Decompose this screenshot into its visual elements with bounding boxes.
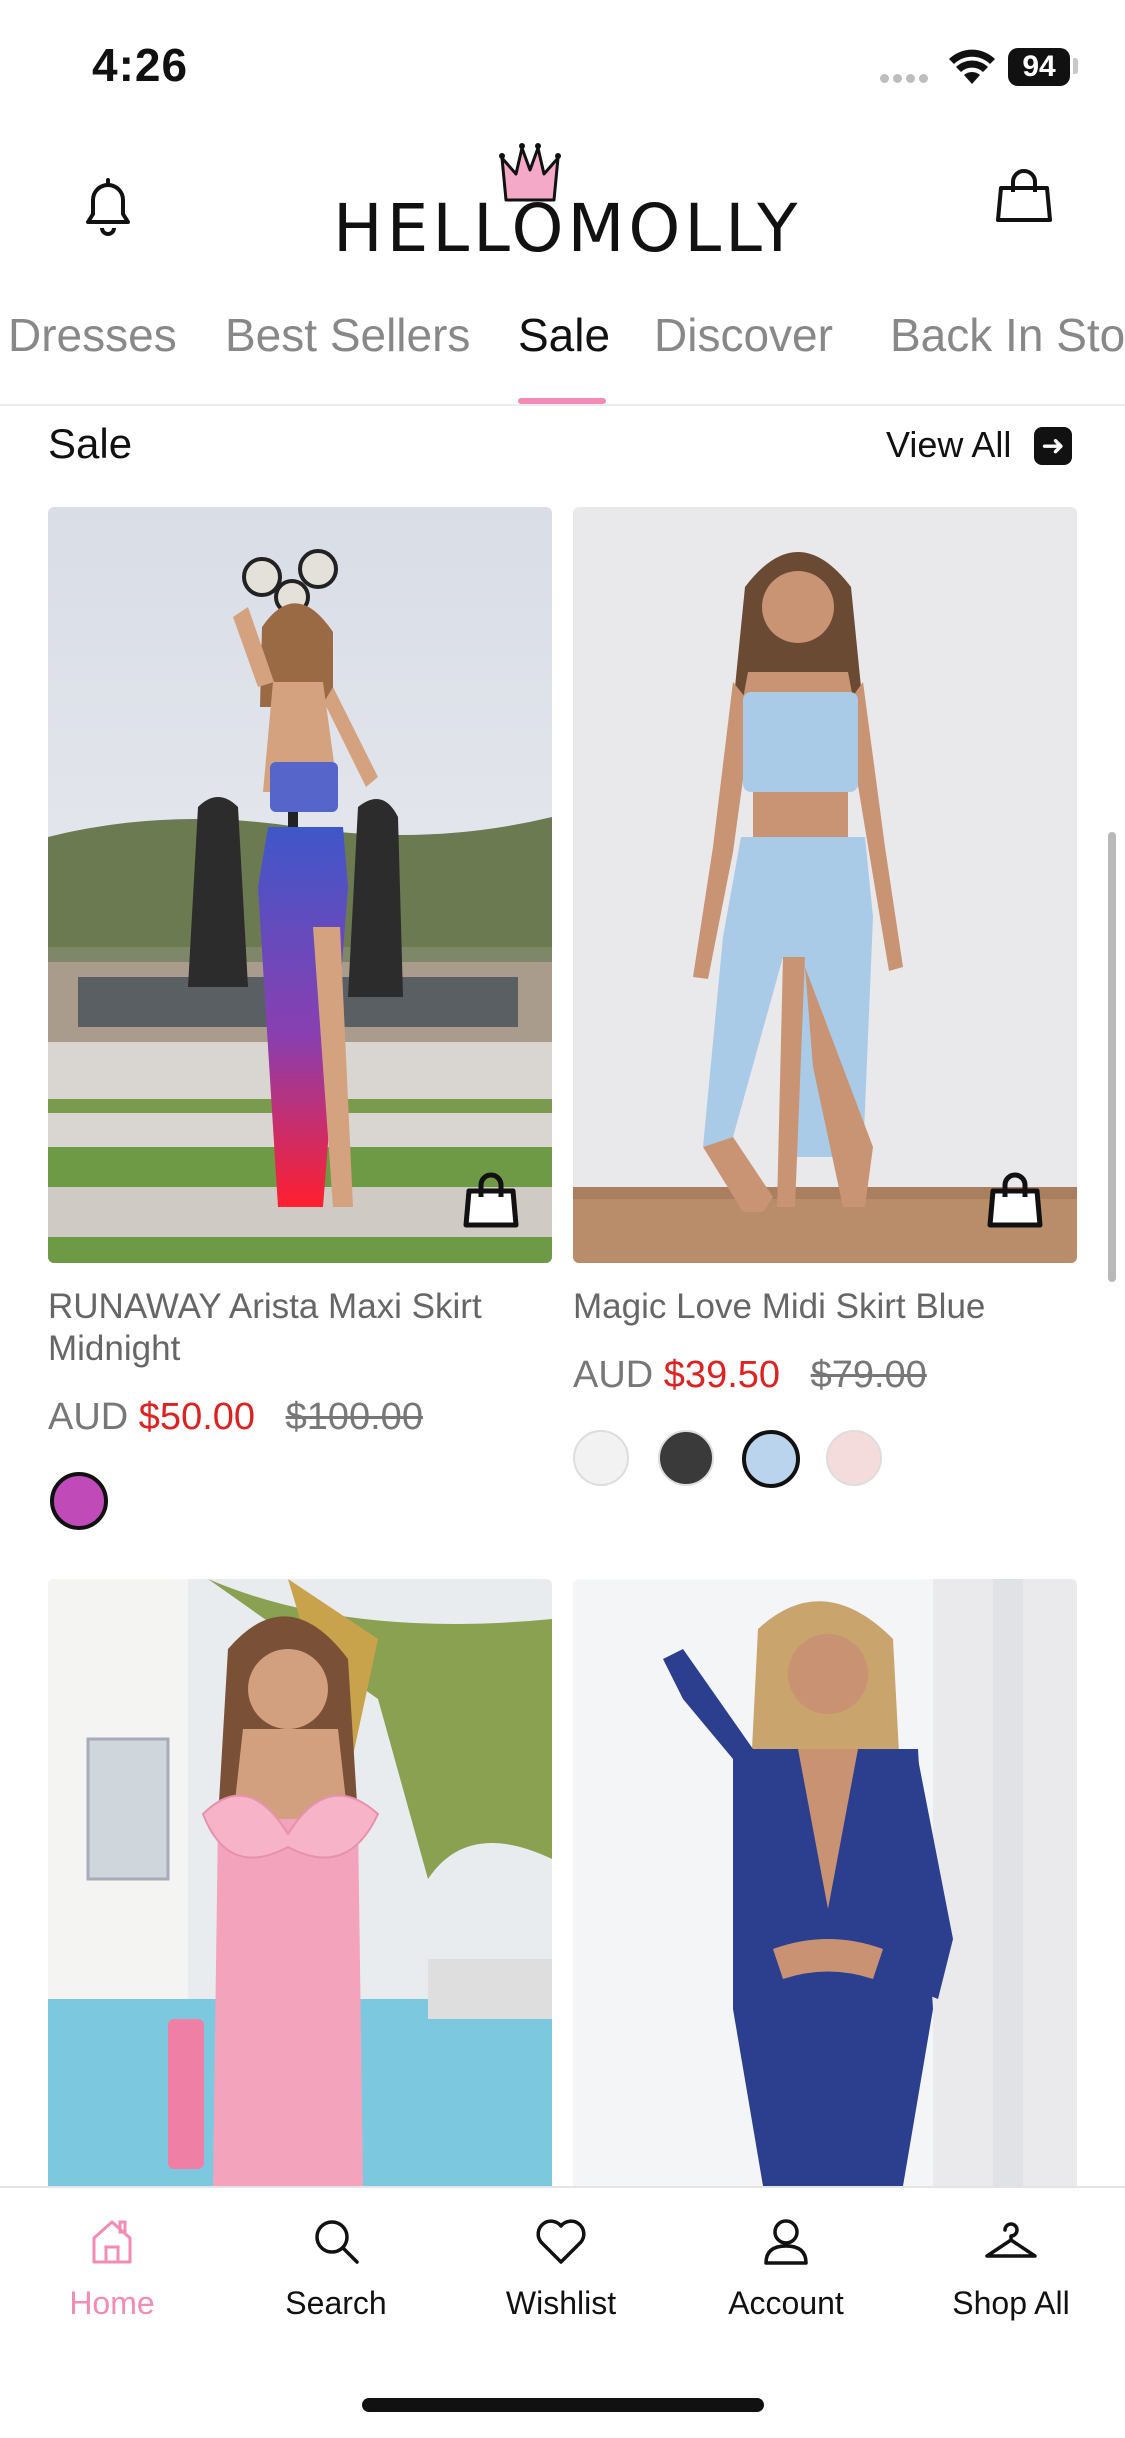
color-swatch-black[interactable] bbox=[658, 1430, 714, 1486]
color-swatch-blue[interactable] bbox=[742, 1430, 800, 1488]
quick-add-bag-icon[interactable] bbox=[987, 1171, 1043, 1234]
color-swatch-pink[interactable] bbox=[826, 1430, 882, 1486]
shopping-bag-icon[interactable] bbox=[995, 168, 1053, 231]
nav-shop-all[interactable]: Shop All bbox=[911, 2216, 1111, 2322]
arrow-right-icon[interactable]: ➜ bbox=[1034, 427, 1072, 465]
price-row: AUD $39.50 $79.00 bbox=[573, 1354, 927, 1397]
category-tabs: Dresses Best Sellers Sale Discover Back … bbox=[0, 300, 1125, 406]
wifi-icon bbox=[948, 48, 996, 91]
heart-icon bbox=[461, 2216, 661, 2271]
original-price: $100.00 bbox=[285, 1396, 423, 1438]
home-indicator[interactable] bbox=[362, 2398, 764, 2412]
nav-account-label: Account bbox=[728, 2285, 844, 2321]
nav-wishlist[interactable]: Wishlist bbox=[461, 2216, 661, 2322]
product-name[interactable]: RUNAWAY Arista Maxi Skirt Midnight bbox=[48, 1286, 548, 1370]
price-row: AUD $50.00 $100.00 bbox=[48, 1396, 423, 1439]
section-title: Sale bbox=[48, 420, 133, 467]
sale-price: $50.00 bbox=[138, 1396, 256, 1438]
product-image-sequin-dress[interactable] bbox=[573, 1579, 1077, 2186]
status-time: 4:26 bbox=[92, 39, 189, 91]
account-icon bbox=[686, 2216, 886, 2271]
view-all-link[interactable]: View All bbox=[886, 424, 1011, 466]
tab-discover[interactable]: Discover bbox=[654, 308, 833, 362]
nav-shop-all-label: Shop All bbox=[952, 2285, 1070, 2321]
nav-search[interactable]: Search bbox=[236, 2216, 436, 2322]
tab-best-sellers[interactable]: Best Sellers bbox=[225, 308, 470, 362]
nav-account[interactable]: Account bbox=[686, 2216, 886, 2322]
hanger-icon bbox=[911, 2216, 1111, 2271]
battery-indicator: 94 bbox=[1008, 48, 1070, 86]
nav-home-label: Home bbox=[69, 2285, 155, 2321]
product-name[interactable]: Magic Love Midi Skirt Blue bbox=[573, 1286, 1073, 1328]
battery-tip bbox=[1073, 58, 1078, 74]
notification-bell-icon[interactable] bbox=[78, 176, 138, 245]
product-image-pink-bow-dress[interactable] bbox=[48, 1579, 552, 2186]
nav-home[interactable]: Home bbox=[12, 2216, 212, 2322]
search-icon bbox=[236, 2216, 436, 2271]
product-image-arista-skirt[interactable] bbox=[48, 507, 552, 1263]
nav-wishlist-label: Wishlist bbox=[505, 2285, 617, 2321]
product-image-magic-love-skirt[interactable] bbox=[573, 507, 1077, 1263]
brand-logo[interactable]: HELLOMOLLY bbox=[333, 190, 801, 267]
tab-dresses[interactable]: Dresses bbox=[8, 308, 177, 362]
active-tab-indicator bbox=[518, 398, 606, 404]
scrollbar[interactable] bbox=[1108, 832, 1116, 1282]
currency-label: AUD bbox=[573, 1354, 654, 1396]
cellular-signal-icon bbox=[880, 70, 932, 88]
original-price: $79.00 bbox=[810, 1354, 927, 1396]
home-icon bbox=[12, 2216, 212, 2271]
tab-back-in-stock[interactable]: Back In Stock bbox=[890, 308, 1125, 362]
color-swatch-white[interactable] bbox=[573, 1430, 629, 1486]
tab-sale[interactable]: Sale bbox=[518, 308, 610, 362]
nav-search-label: Search bbox=[285, 2285, 387, 2321]
currency-label: AUD bbox=[48, 1396, 129, 1438]
sale-price: $39.50 bbox=[663, 1354, 781, 1396]
quick-add-bag-icon[interactable] bbox=[463, 1171, 519, 1234]
color-swatch-purple[interactable] bbox=[50, 1472, 108, 1530]
